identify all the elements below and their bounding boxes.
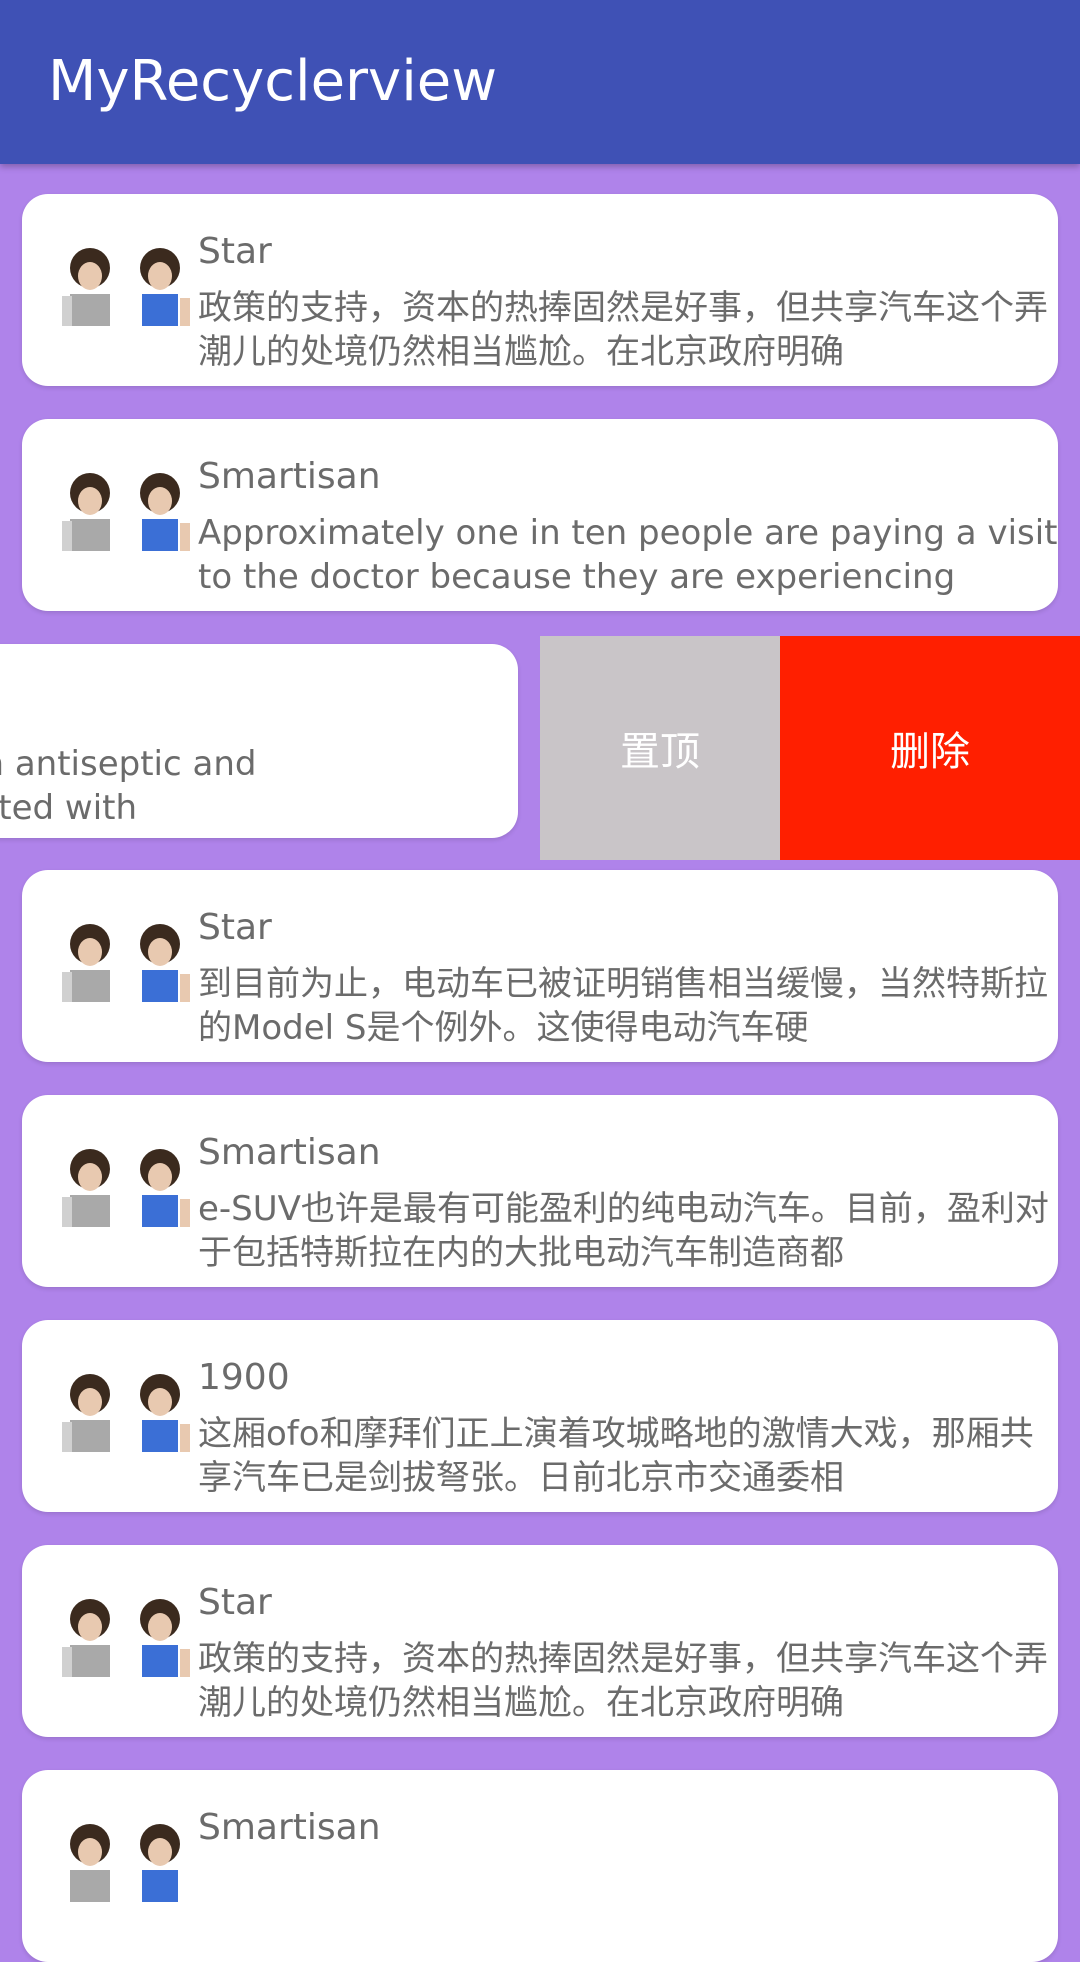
- item-description: e-SUV也许是最有可能盈利的纯电动汽车。目前，盈利对于包括特斯拉在内的大批电动…: [198, 1189, 1049, 1273]
- item-description: 政策的支持，资本的热捧固然是好事，但共享汽车这个弄潮儿的处境仍然相当尴尬。在北京…: [198, 1639, 1048, 1723]
- item-description: e used as an antiseptic and pain associa…: [0, 742, 456, 830]
- item-title: Smartisan: [198, 1132, 381, 1173]
- avatar: [56, 1597, 198, 1677]
- item-title: Star: [198, 1582, 272, 1623]
- list-item[interactable]: Smartisan e-SUV也许是最有可能盈利的纯电动汽车。目前，盈利对于包括…: [22, 1095, 1058, 1287]
- app-bar: MyRecyclerview: [0, 0, 1080, 164]
- list-item[interactable]: Smartisan Approximately one in ten peopl…: [22, 419, 1058, 611]
- item-description: [198, 1862, 1058, 1950]
- avatar: [56, 1372, 198, 1452]
- item-title: Smartisan: [198, 456, 381, 497]
- list-item[interactable]: Star 到目前为止，电动车已被证明销售相当缓慢，当然特斯拉的Model S是个…: [22, 870, 1058, 1062]
- delete-button[interactable]: 删除: [780, 636, 1080, 860]
- avatar: [56, 922, 198, 1002]
- avatar: [56, 1147, 198, 1227]
- item-description: Approximately one in ten people are payi…: [198, 513, 1058, 597]
- item-title: Star: [198, 231, 272, 272]
- item-description: 政策的支持，资本的热捧固然是好事，但共享汽车这个弄潮儿的处境仍然相当尴尬。在北京…: [198, 288, 1048, 372]
- item-description: 这厢ofo和摩拜们正上演着攻城略地的激情大戏，那厢共享汽车已是剑拔弩张。日前北京…: [198, 1414, 1034, 1498]
- item-title: Star: [198, 907, 272, 948]
- list-item[interactable]: Star 政策的支持，资本的热捧固然是好事，但共享汽车这个弄潮儿的处境仍然相当尴…: [22, 194, 1058, 386]
- avatar: [56, 1822, 198, 1902]
- swiped-list-item[interactable]: e used as an antiseptic and pain associa…: [0, 644, 518, 838]
- avatar: [56, 471, 198, 551]
- item-description: 到目前为止，电动车已被证明销售相当缓慢，当然特斯拉的Model S是个例外。这使…: [198, 964, 1048, 1048]
- list-item[interactable]: 1900 这厢ofo和摩拜们正上演着攻城略地的激情大戏，那厢共享汽车已是剑拔弩张…: [22, 1320, 1058, 1512]
- avatar: [56, 246, 198, 326]
- pin-to-top-button[interactable]: 置顶: [540, 636, 780, 860]
- item-description-line: e used as an antiseptic and: [0, 744, 257, 784]
- item-title: Smartisan: [198, 1807, 381, 1848]
- list-item[interactable]: Smartisan: [22, 1770, 1058, 1962]
- item-description-line: pain associated with: [0, 788, 138, 828]
- item-title: 1900: [198, 1357, 290, 1398]
- list-item[interactable]: Star 政策的支持，资本的热捧固然是好事，但共享汽车这个弄潮儿的处境仍然相当尴…: [22, 1545, 1058, 1737]
- recycler-list[interactable]: Star 政策的支持，资本的热捧固然是好事，但共享汽车这个弄潮儿的处境仍然相当尴…: [0, 0, 1080, 1962]
- app-title: MyRecyclerview: [48, 49, 498, 114]
